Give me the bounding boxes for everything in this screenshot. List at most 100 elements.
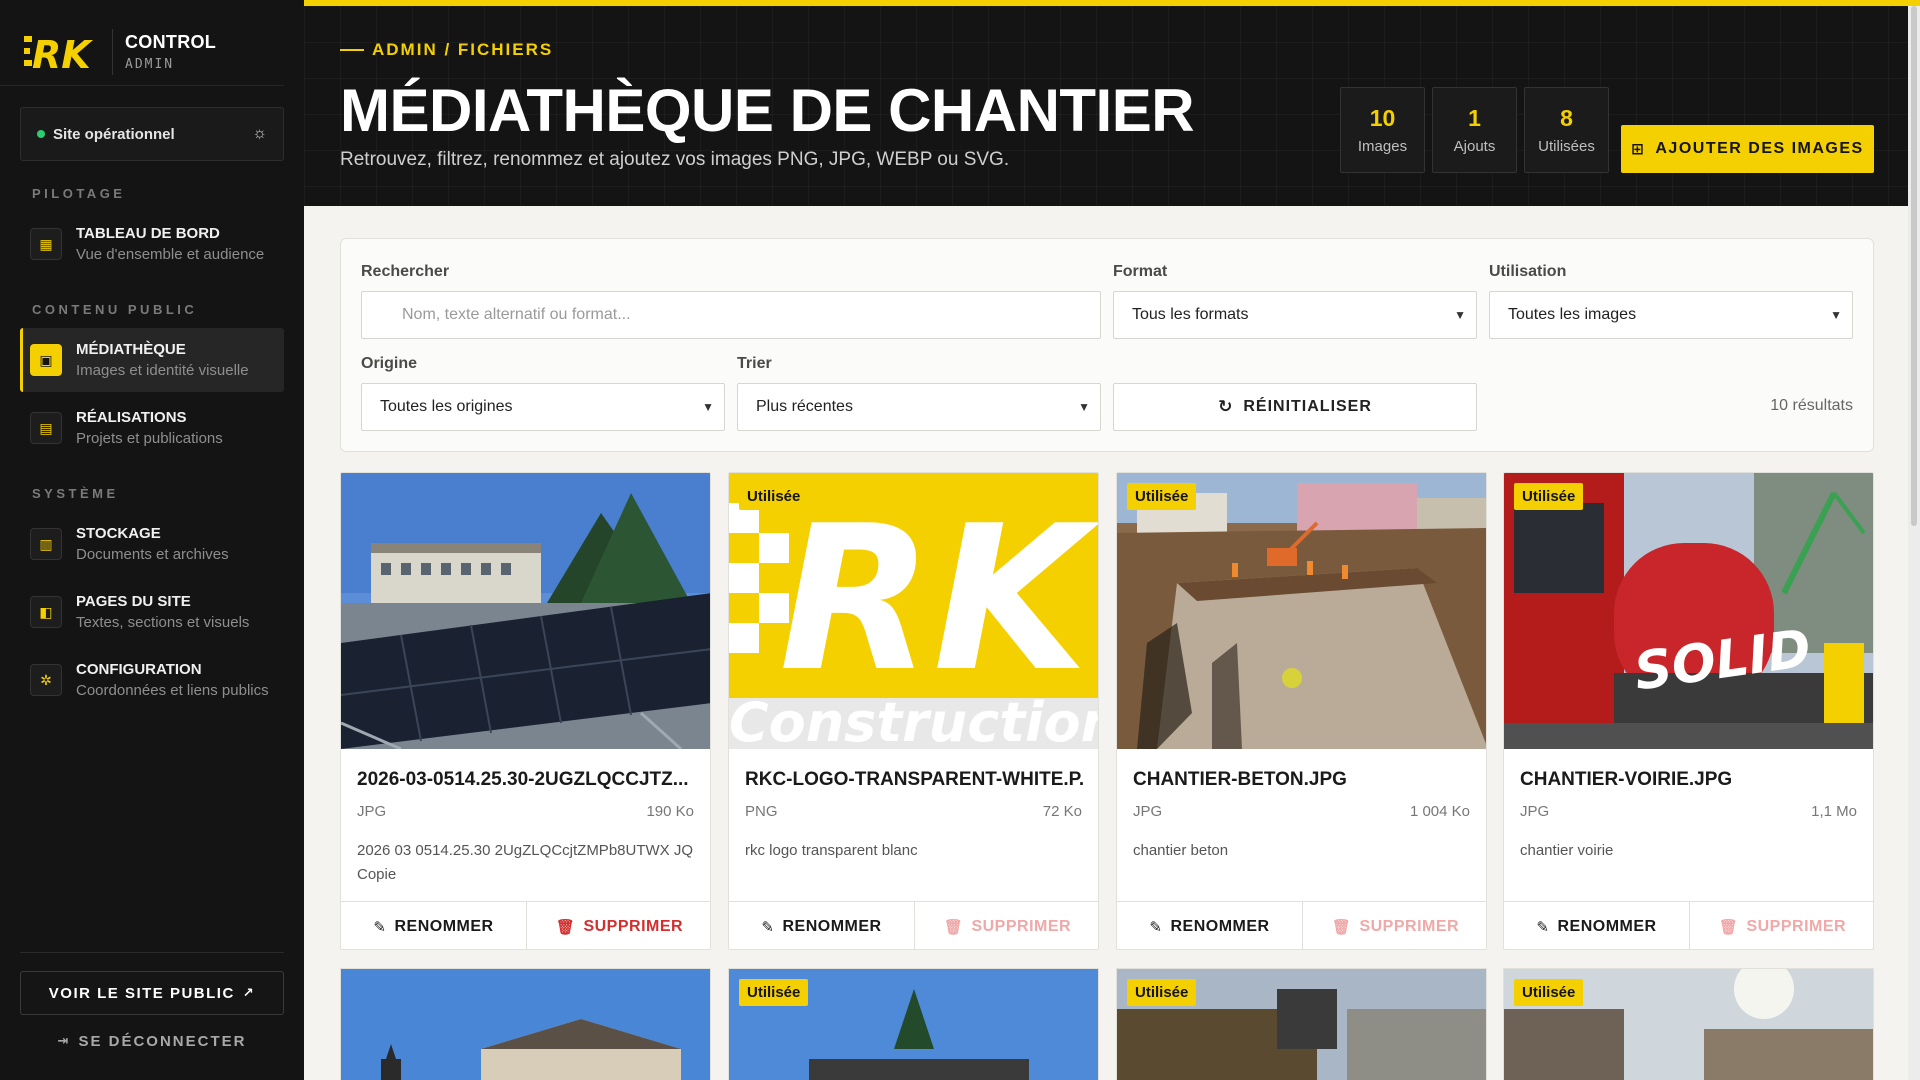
used-badge: Utilisée (1514, 979, 1584, 1006)
sidebar-item-desc: Projets et publications (76, 430, 223, 447)
stat-images: 10 Images (1340, 87, 1425, 173)
media-name: CHANTIER-VOIRIE.JPG (1520, 769, 1733, 790)
media-card[interactable]: Utilisée (728, 968, 1099, 1080)
rename-button[interactable]: ✎ RENOMMER (1504, 902, 1689, 949)
sidebar-item-label: PAGES DU SITE (76, 593, 191, 610)
card-actions: ✎ RENOMMER 🗑 SUPPRIMER (1504, 901, 1873, 949)
refresh-icon: ↻ (1218, 397, 1234, 416)
origin-label: Origine (361, 355, 418, 372)
chevron-down-icon: ▼ (1078, 400, 1090, 414)
origin-value: Toutes les origines (380, 398, 513, 415)
usage-value: Toutes les images (1508, 306, 1637, 323)
grid-icon: ▦ (30, 228, 62, 260)
add-image-icon: ⊞ (1631, 141, 1646, 158)
logout-label: SE DÉCONNECTER (78, 1032, 247, 1050)
page-title: MÉDIATHÈQUE DE CHANTIER (340, 77, 1195, 144)
sun-icon[interactable]: ☼ (252, 125, 267, 143)
external-link-icon: ↗ (242, 985, 256, 1000)
media-card[interactable]: Utilisée CHANTIER-BETON.JPG JPG 1 004 Ko… (1116, 472, 1487, 950)
media-card[interactable]: Utilisée (1503, 968, 1874, 1080)
site-status[interactable]: Site opérationnel ☼ (20, 107, 284, 161)
media-thumbnail[interactable]: Utilisée (1117, 473, 1486, 749)
used-badge: Utilisée (1514, 483, 1584, 510)
stat-ajouts: 1 Ajouts (1432, 87, 1517, 173)
media-card[interactable] (340, 968, 711, 1080)
rename-label: RENOMMER (394, 917, 494, 935)
sidebar-item-label: MÉDIATHÈQUE (76, 341, 186, 358)
breadcrumb: ADMIN / FICHIERS (340, 40, 553, 60)
sidebar-item-label: CONFIGURATION (76, 661, 202, 678)
chevron-down-icon: ▼ (1454, 308, 1466, 322)
usage-label: Utilisation (1489, 263, 1567, 280)
divider (20, 952, 284, 953)
media-card[interactable]: SOLID Utilisée CHANTIER-VOIRIE.JPG JPG 1… (1503, 472, 1874, 950)
sort-select[interactable]: Plus récentes ▼ (737, 383, 1101, 431)
brand-logo: RK (24, 30, 94, 74)
media-format: JPG (357, 803, 387, 820)
origin-select[interactable]: Toutes les origines ▼ (361, 383, 725, 431)
sidebar-item-desc: Coordonnées et liens publics (76, 682, 269, 699)
chevron-down-icon: ▼ (702, 400, 714, 414)
stat-label: Utilisées (1538, 138, 1595, 155)
pencil-icon: ✎ (373, 918, 387, 936)
search-input[interactable]: Nom, texte alternatif ou format... (361, 291, 1101, 339)
sidebar-item-stockage[interactable]: ▥ STOCKAGE Documents et archives (20, 512, 284, 576)
scrollbar-thumb[interactable] (1911, 6, 1917, 526)
sidebar-item-pages[interactable]: ◧ PAGES DU SITE Textes, sections et visu… (20, 580, 284, 644)
sidebar-item-mediatheque[interactable]: ▣ MÉDIATHÈQUE Images et identité visuell… (20, 328, 284, 392)
chevron-down-icon: ▼ (1830, 308, 1842, 322)
sidebar-item-label: STOCKAGE (76, 525, 161, 542)
delete-label: SUPPRIMER (1359, 917, 1460, 935)
usage-select[interactable]: Toutes les images ▼ (1489, 291, 1853, 339)
media-alt-text: chantier beton (1133, 842, 1229, 859)
section-title-contenu: CONTENU PUBLIC (32, 302, 198, 317)
view-public-site-button[interactable]: VOIR LE SITE PUBLIC ↗ (20, 971, 284, 1015)
images-icon: ▣ (30, 344, 62, 376)
media-thumbnail[interactable]: SOLID Utilisée (1504, 473, 1873, 749)
delete-label: SUPPRIMER (1746, 917, 1847, 935)
trash-icon: 🗑 (1331, 918, 1352, 936)
rename-button[interactable]: ✎ RENOMMER (341, 902, 526, 949)
sidebar-item-label: TABLEAU DE BORD (76, 225, 220, 242)
rename-button[interactable]: ✎ RENOMMER (729, 902, 914, 949)
media-thumbnail[interactable] (341, 473, 710, 749)
media-card[interactable]: 2026-03-0514.25.30-2UGZLQCCJTZ... JPG 19… (340, 472, 711, 950)
delete-button[interactable]: 🗑 SUPPRIMER (526, 902, 710, 949)
section-title-pilotage: PILOTAGE (32, 186, 126, 201)
media-name: 2026-03-0514.25.30-2UGZLQCCJTZ... (357, 769, 689, 790)
public-button-label: VOIR LE SITE PUBLIC (48, 984, 235, 1002)
sidebar-item-desc: Documents et archives (76, 546, 229, 563)
format-select[interactable]: Tous les formats ▼ (1113, 291, 1477, 339)
pencil-icon: ✎ (1536, 918, 1550, 936)
media-card[interactable]: RK Constructions Utilisée RKC-LOGO-TRANS… (728, 472, 1099, 950)
media-alt-text: chantier voirie (1520, 842, 1614, 859)
sidebar-item-desc: Textes, sections et visuels (76, 614, 250, 631)
sidebar-item-dashboard[interactable]: ▦ TABLEAU DE BORD Vue d'ensemble et audi… (20, 212, 284, 276)
media-size: 1,1 Mo (1811, 803, 1857, 820)
status-dot-icon (37, 130, 45, 138)
sort-label: Trier (737, 355, 772, 372)
add-images-label: AJOUTER DES IMAGES (1655, 140, 1864, 157)
rename-label: RENOMMER (1170, 917, 1270, 935)
media-size: 72 Ko (1042, 803, 1082, 820)
brand[interactable]: RK CONTROL ADMIN (0, 0, 284, 86)
breadcrumb-text: ADMIN / FICHIERS (372, 40, 554, 59)
delete-button-disabled: 🗑 SUPPRIMER (1689, 902, 1873, 949)
pencil-icon: ✎ (1149, 918, 1163, 936)
media-card[interactable]: Utilisée (1116, 968, 1487, 1080)
sidebar-item-realisations[interactable]: ▤ RÉALISATIONS Projets et publications (20, 396, 284, 460)
add-images-button[interactable]: ⊞ AJOUTER DES IMAGES (1621, 125, 1874, 173)
sidebar-item-configuration[interactable]: ✲ CONFIGURATION Coordonnées et liens pub… (20, 648, 284, 712)
reset-button[interactable]: ↻ RÉINITIALISER (1113, 383, 1477, 431)
rename-button[interactable]: ✎ RENOMMER (1117, 902, 1302, 949)
media-name: RKC-LOGO-TRANSPARENT-WHITE.P... (745, 769, 1085, 790)
logout-icon: ⇥ (57, 1033, 71, 1048)
used-badge: Utilisée (739, 483, 809, 510)
used-badge: Utilisée (739, 979, 809, 1006)
sidebar-item-desc: Vue d'ensemble et audience (76, 246, 265, 263)
logout-button[interactable]: ⇥ SE DÉCONNECTER (20, 1030, 284, 1052)
pencil-icon: ✎ (761, 918, 775, 936)
media-format: JPG (1133, 803, 1163, 820)
media-alt-text: rkc logo transparent blanc (745, 842, 918, 859)
media-thumbnail[interactable]: RK Constructions Utilisée (729, 473, 1098, 749)
